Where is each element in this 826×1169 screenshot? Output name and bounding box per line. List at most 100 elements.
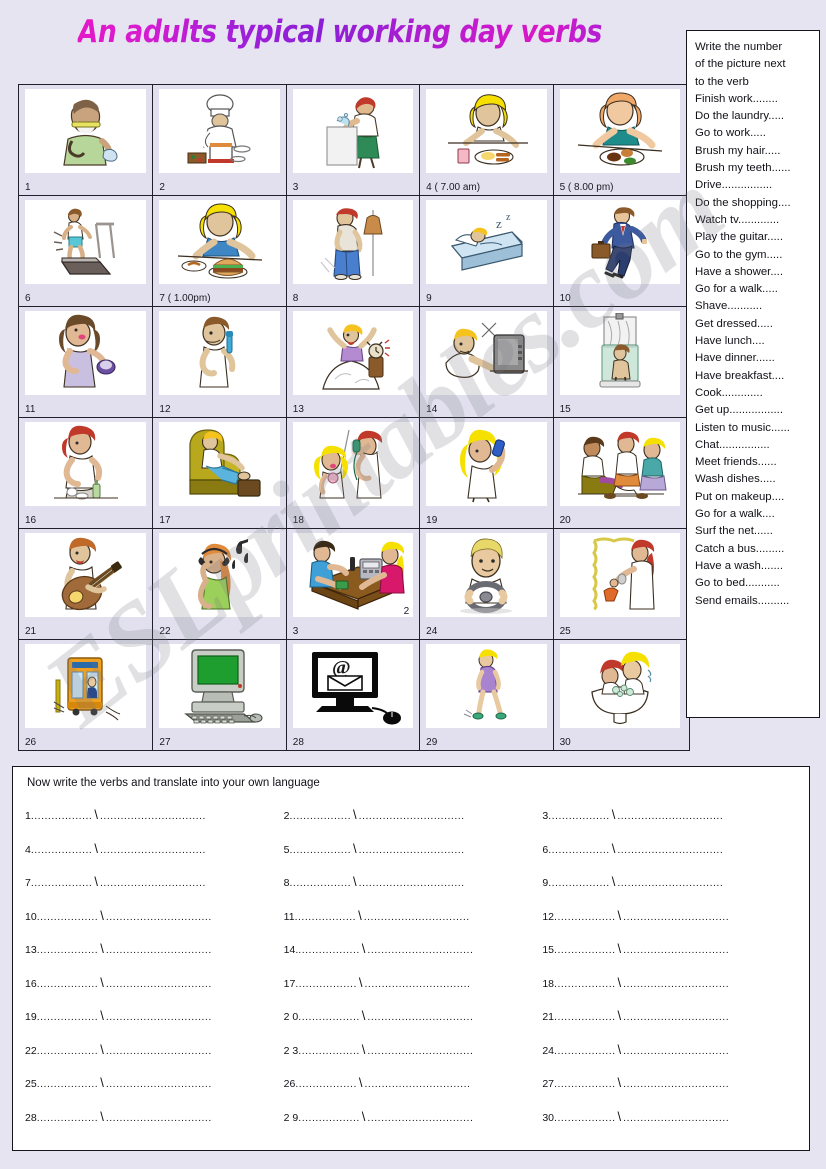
- picture-number-label: 14: [426, 404, 438, 415]
- verb-list-item[interactable]: Go for a walk.....: [695, 281, 819, 298]
- writing-answer-blank[interactable]: 10.................. \...................…: [25, 908, 284, 923]
- writing-dots-verb: ..................: [295, 977, 357, 990]
- verb-list-item[interactable]: Brush my teeth......: [695, 160, 819, 177]
- verb-list-item[interactable]: Have dinner......: [695, 350, 819, 367]
- writing-separator-slash: \: [353, 874, 357, 889]
- writing-dots-translation: ...............................: [364, 977, 471, 990]
- writing-answer-blank[interactable]: 3.................. \....................…: [542, 807, 801, 822]
- verb-list-item[interactable]: Meet friends......: [695, 454, 819, 471]
- verb-list-item[interactable]: Cook.............: [695, 385, 819, 402]
- writing-dots-translation: ...............................: [367, 944, 474, 956]
- picture-number-label: 12: [159, 404, 171, 415]
- picture-number-label: 30: [559, 737, 571, 748]
- writing-answer-blank[interactable]: 17.................. \...................…: [284, 975, 543, 990]
- writing-dots-verb: ..................: [548, 843, 610, 856]
- writing-answer-blank[interactable]: 21.................. \...................…: [542, 1008, 801, 1023]
- writing-answer-blank[interactable]: 2 9.................. \..................…: [284, 1109, 543, 1124]
- writing-answer-blank[interactable]: 12.................. \...................…: [542, 908, 801, 923]
- writing-separator-slash: \: [617, 941, 622, 956]
- writing-separator-slash: \: [94, 840, 98, 856]
- verb-list-item[interactable]: Get dressed.....: [695, 316, 819, 333]
- writing-dots-translation: ...............................: [363, 910, 470, 923]
- picture-cell-10: 10: [552, 196, 686, 306]
- verb-list-item[interactable]: Do the laundry.....: [695, 108, 819, 125]
- verb-list-item[interactable]: Do the shopping....: [695, 195, 819, 212]
- verb-list-item[interactable]: Surf the net......: [695, 523, 819, 540]
- writing-answer-blank[interactable]: 28.................. \...................…: [25, 1109, 284, 1124]
- writing-answer-blank[interactable]: 15.................. \...................…: [542, 941, 801, 956]
- businessman-going-to-work-icon: [559, 200, 680, 284]
- writing-separator-slash: \: [94, 874, 98, 889]
- writing-answer-blank[interactable]: 27.................. \...................…: [542, 1075, 801, 1090]
- picture-cell-25: 25: [552, 529, 686, 639]
- verb-list-item[interactable]: Chat................: [695, 437, 819, 454]
- picture-number-label: 5 ( 8.00 pm): [559, 182, 614, 193]
- verb-list-item[interactable]: Shave...........: [695, 298, 819, 315]
- writing-answer-blank[interactable]: 26.................. \...................…: [284, 1075, 543, 1090]
- verb-list-item[interactable]: Wash dishes.....: [695, 471, 819, 488]
- verb-list-item[interactable]: Go to the gym.....: [695, 247, 819, 264]
- writing-answer-blank[interactable]: 5.................. \....................…: [284, 841, 543, 856]
- writing-dots-verb: ..................: [289, 810, 352, 822]
- writing-dots-translation: ...............................: [617, 843, 724, 856]
- writing-answer-blank[interactable]: 19.................. \...................…: [25, 1008, 284, 1023]
- verb-list-item[interactable]: Go for a walk....: [695, 506, 819, 523]
- writing-dots-verb: ..................: [30, 877, 93, 889]
- verb-list-item[interactable]: Brush my hair.....: [695, 143, 819, 160]
- writing-dots-verb: ..................: [289, 877, 352, 889]
- writing-instruction: Now write the verbs and translate into y…: [27, 777, 320, 789]
- verb-list-item[interactable]: Have breakfast....: [695, 368, 819, 385]
- writing-answer-blank[interactable]: 11.................. \...................…: [284, 908, 543, 923]
- writing-answer-blank[interactable]: 4.................. \....................…: [25, 841, 284, 856]
- verb-list-item[interactable]: Finish work........: [695, 91, 819, 108]
- writing-answer-blank[interactable]: 8.................. \....................…: [284, 874, 543, 889]
- verb-list-item[interactable]: Go to work.....: [695, 125, 819, 142]
- verb-list-item[interactable]: Play the guitar.....: [695, 229, 819, 246]
- verb-list-item[interactable]: Send emails..........: [695, 593, 819, 610]
- verb-list-item[interactable]: Watch tv.............: [695, 212, 819, 229]
- writing-dots-verb: ..................: [298, 1111, 360, 1124]
- writing-answer-blank[interactable]: 9.................. \....................…: [542, 874, 801, 889]
- page-title-text: An adults typical working day verbs: [77, 14, 603, 50]
- verb-list-item[interactable]: Have lunch....: [695, 333, 819, 350]
- writing-answer-number: 16: [25, 977, 37, 990]
- writing-answer-blank[interactable]: 14................... \..................…: [284, 941, 543, 956]
- writing-dots-translation: ...............................: [623, 1011, 730, 1023]
- writing-answer-blank[interactable]: 25.................. \...................…: [25, 1075, 284, 1090]
- writing-separator-slash: \: [361, 1108, 366, 1124]
- writing-answer-blank[interactable]: 7.................. \....................…: [25, 874, 284, 889]
- writing-dots-verb: ..................: [298, 944, 360, 956]
- picture-cell-21: 21: [19, 529, 152, 639]
- writing-answer-blank[interactable]: 6.................. \....................…: [542, 841, 801, 856]
- writing-answer-blank[interactable]: 2 0.................. \..................…: [284, 1008, 543, 1023]
- writing-dots-translation: ...............................: [105, 1111, 212, 1124]
- writing-answer-blank[interactable]: 18.................. \...................…: [542, 975, 801, 990]
- verb-list-item[interactable]: Get up.................: [695, 402, 819, 419]
- verb-list-item[interactable]: Go to bed...........: [695, 575, 819, 592]
- writing-answer-row: 13.................. \...................…: [25, 941, 801, 975]
- writing-separator-slash: \: [617, 974, 622, 990]
- verb-list-item[interactable]: Catch a bus.........: [695, 541, 819, 558]
- writing-answer-blank[interactable]: 1.................. \....................…: [25, 807, 284, 822]
- writing-answer-blank[interactable]: 2 3.................. \..................…: [284, 1042, 543, 1057]
- verb-list-item[interactable]: Listen to music......: [695, 420, 819, 437]
- writing-answer-blank[interactable]: 16.................. \...................…: [25, 975, 284, 990]
- picture-number-label: 3: [292, 182, 299, 193]
- verb-list-item[interactable]: Have a wash.......: [695, 558, 819, 575]
- writing-answer-blank[interactable]: 13.................. \...................…: [25, 941, 284, 956]
- writing-answer-number: 2 9: [283, 1111, 299, 1124]
- writing-dots-translation: ...............................: [367, 1111, 474, 1124]
- picture-cell-1: 1: [19, 85, 152, 195]
- writing-dots-verb: ..................: [36, 977, 99, 990]
- verb-list-item[interactable]: Put on makeup....: [695, 489, 819, 506]
- verb-list-item[interactable]: Have a shower....: [695, 264, 819, 281]
- writing-answer-blank[interactable]: 24.................. \...................…: [542, 1042, 801, 1057]
- writing-answer-blank[interactable]: 30.................. \...................…: [542, 1109, 801, 1124]
- picture-grid-row: 16 17 18 19 20: [19, 417, 689, 528]
- verb-list-item[interactable]: Drive................: [695, 177, 819, 194]
- writing-separator-slash: \: [617, 907, 622, 923]
- meet-friends-icon: [559, 422, 680, 506]
- writing-answer-blank[interactable]: 2.................. \....................…: [284, 807, 543, 822]
- writing-answer-blank[interactable]: 22.................. \...................…: [25, 1042, 284, 1057]
- writing-separator-slash: \: [358, 1075, 363, 1090]
